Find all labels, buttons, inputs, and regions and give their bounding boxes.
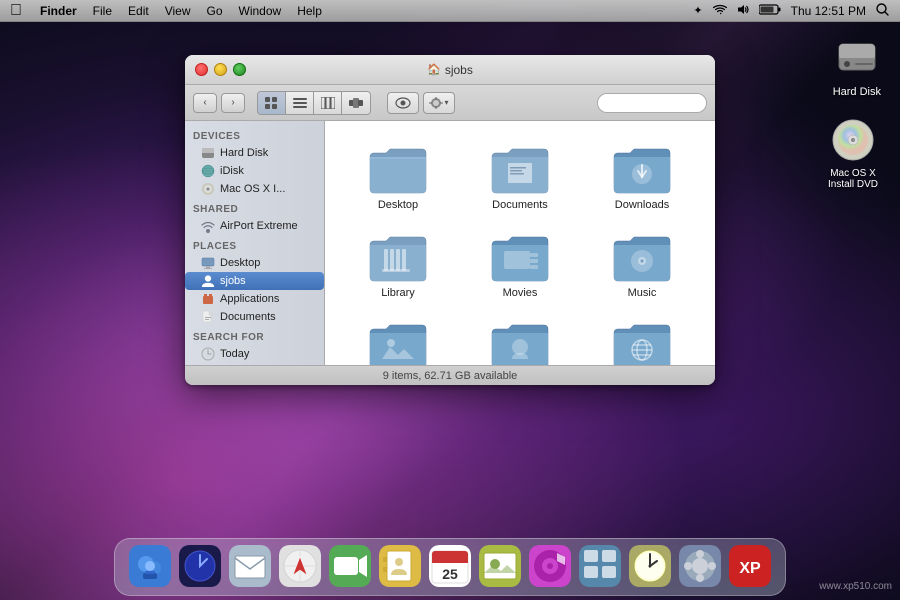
menubar-help[interactable]: Help bbox=[289, 0, 330, 22]
column-view-button[interactable] bbox=[314, 92, 342, 114]
dock-xp[interactable]: XP bbox=[727, 543, 773, 589]
hard-disk-label: Hard Disk bbox=[833, 86, 881, 98]
file-item-desktop[interactable]: Desktop bbox=[341, 137, 455, 217]
file-item-public[interactable]: Public bbox=[463, 313, 577, 365]
cover-flow-button[interactable] bbox=[342, 92, 370, 114]
dock-dashboard[interactable] bbox=[177, 543, 223, 589]
file-label-desktop: Desktop bbox=[378, 199, 418, 211]
dock-clock[interactable] bbox=[627, 543, 673, 589]
window-title: 🏠 sjobs bbox=[427, 63, 473, 77]
file-item-library[interactable]: Library bbox=[341, 225, 455, 305]
search-header: SEARCH FOR bbox=[185, 330, 324, 345]
list-view-button[interactable] bbox=[286, 92, 314, 114]
apple-menu[interactable]:  bbox=[0, 0, 32, 22]
icon-view-button[interactable] bbox=[258, 92, 286, 114]
shared-header: SHARED bbox=[185, 202, 324, 217]
sidebar-item-sjobs[interactable]: sjobs bbox=[185, 272, 324, 290]
sound-icon[interactable] bbox=[734, 4, 752, 18]
file-label-downloads: Downloads bbox=[615, 199, 669, 211]
menubar-view[interactable]: View bbox=[157, 0, 199, 22]
sidebar: DEVICES Hard Disk iDisk Mac OS X I... bbox=[185, 121, 325, 365]
devices-section: DEVICES Hard Disk iDisk Mac OS X I... bbox=[185, 129, 324, 198]
svg-text:XP: XP bbox=[739, 560, 761, 577]
sidebar-item-airport[interactable]: AirPort Extreme bbox=[185, 217, 324, 235]
file-label-documents: Documents bbox=[492, 199, 548, 211]
devices-header: DEVICES bbox=[185, 129, 324, 144]
svg-text:25: 25 bbox=[442, 566, 458, 582]
file-item-music[interactable]: Music bbox=[585, 225, 699, 305]
close-button[interactable] bbox=[195, 63, 208, 76]
dock-expose[interactable] bbox=[577, 543, 623, 589]
shared-section: SHARED AirPort Extreme bbox=[185, 202, 324, 235]
dock-addressbook[interactable] bbox=[377, 543, 423, 589]
sidebar-item-desktop[interactable]: Desktop bbox=[185, 254, 324, 272]
dock-safari[interactable] bbox=[277, 543, 323, 589]
wifi-icon[interactable] bbox=[710, 4, 730, 18]
desktop:  Finder File Edit View Go Window Help ✦ bbox=[0, 0, 900, 600]
menubar-file[interactable]: File bbox=[85, 0, 120, 22]
file-item-movies[interactable]: Movies bbox=[463, 225, 577, 305]
title-folder-icon: 🏠 bbox=[427, 63, 441, 76]
dock-mail[interactable] bbox=[227, 543, 273, 589]
file-label-movies: Movies bbox=[503, 287, 538, 299]
content-area: DEVICES Hard Disk iDisk Mac OS X I... bbox=[185, 121, 715, 365]
back-button[interactable]: ‹ bbox=[193, 93, 217, 113]
dock-iphoto[interactable] bbox=[477, 543, 523, 589]
dock-itunes[interactable] bbox=[527, 543, 573, 589]
action-button[interactable]: ▾ bbox=[423, 92, 455, 114]
menubar-finder[interactable]: Finder bbox=[32, 0, 85, 22]
forward-button[interactable]: › bbox=[221, 93, 245, 113]
maximize-button[interactable] bbox=[233, 63, 246, 76]
file-label-music: Music bbox=[628, 287, 657, 299]
bluetooth-icon[interactable]: ✦ bbox=[690, 4, 705, 17]
time-display[interactable]: Thu 12:51 PM bbox=[788, 4, 869, 18]
sidebar-item-applications[interactable]: Applications bbox=[185, 290, 324, 308]
menubar:  Finder File Edit View Go Window Help ✦ bbox=[0, 0, 900, 22]
sidebar-item-macosx[interactable]: Mac OS X I... bbox=[185, 180, 324, 198]
menubar-window[interactable]: Window bbox=[231, 0, 290, 22]
minimize-button[interactable] bbox=[214, 63, 227, 76]
file-item-pictures[interactable]: Pictures bbox=[341, 313, 455, 365]
dvd-label: Mac OS X Install DVD bbox=[818, 168, 888, 190]
file-item-downloads[interactable]: Downloads bbox=[585, 137, 699, 217]
toolbar: ‹ › ▾ bbox=[185, 85, 715, 121]
places-section: PLACES Desktop sjobs Applications bbox=[185, 239, 324, 326]
sidebar-item-today[interactable]: Today bbox=[185, 345, 324, 363]
traffic-lights bbox=[185, 63, 246, 76]
menubar-edit[interactable]: Edit bbox=[120, 0, 157, 22]
file-item-documents[interactable]: Documents bbox=[463, 137, 577, 217]
status-text: 9 items, 62.71 GB available bbox=[383, 370, 518, 382]
dock-finder[interactable] bbox=[127, 543, 173, 589]
sidebar-item-harddisk[interactable]: Hard Disk bbox=[185, 144, 324, 162]
sidebar-item-idisk[interactable]: iDisk bbox=[185, 162, 324, 180]
menubar-right: ✦ Thu 12:51 PM bbox=[690, 3, 900, 19]
dock-facetime[interactable] bbox=[327, 543, 373, 589]
dock-ical[interactable]: 25 bbox=[427, 543, 473, 589]
places-header: PLACES bbox=[185, 239, 324, 254]
menubar-left:  Finder File Edit View Go Window Help bbox=[0, 0, 690, 22]
dock-sysprefs[interactable] bbox=[677, 543, 723, 589]
sidebar-item-documents[interactable]: Documents bbox=[185, 308, 324, 326]
spotlight-icon[interactable] bbox=[873, 3, 892, 19]
search-input[interactable] bbox=[597, 93, 707, 113]
menubar-go[interactable]: Go bbox=[199, 0, 231, 22]
battery-icon bbox=[756, 4, 784, 18]
file-label-library: Library bbox=[381, 287, 415, 299]
view-buttons bbox=[257, 91, 371, 115]
search-section: SEARCH FOR Today Yesterday Past Week bbox=[185, 330, 324, 365]
hard-disk-desktop-icon[interactable]: Hard Disk bbox=[829, 30, 885, 102]
file-grid: Desktop Documents bbox=[325, 121, 715, 365]
file-item-sites[interactable]: Sites bbox=[585, 313, 699, 365]
dock: 25 XP bbox=[114, 538, 786, 596]
title-bar: 🏠 sjobs bbox=[185, 55, 715, 85]
dvd-desktop-icon[interactable]: Mac OS X Install DVD bbox=[814, 112, 892, 194]
finder-window: 🏠 sjobs ‹ › bbox=[185, 55, 715, 385]
eye-button[interactable] bbox=[387, 92, 419, 114]
watermark: www.xp510.com bbox=[819, 581, 892, 592]
status-bar: 9 items, 62.71 GB available bbox=[185, 365, 715, 385]
